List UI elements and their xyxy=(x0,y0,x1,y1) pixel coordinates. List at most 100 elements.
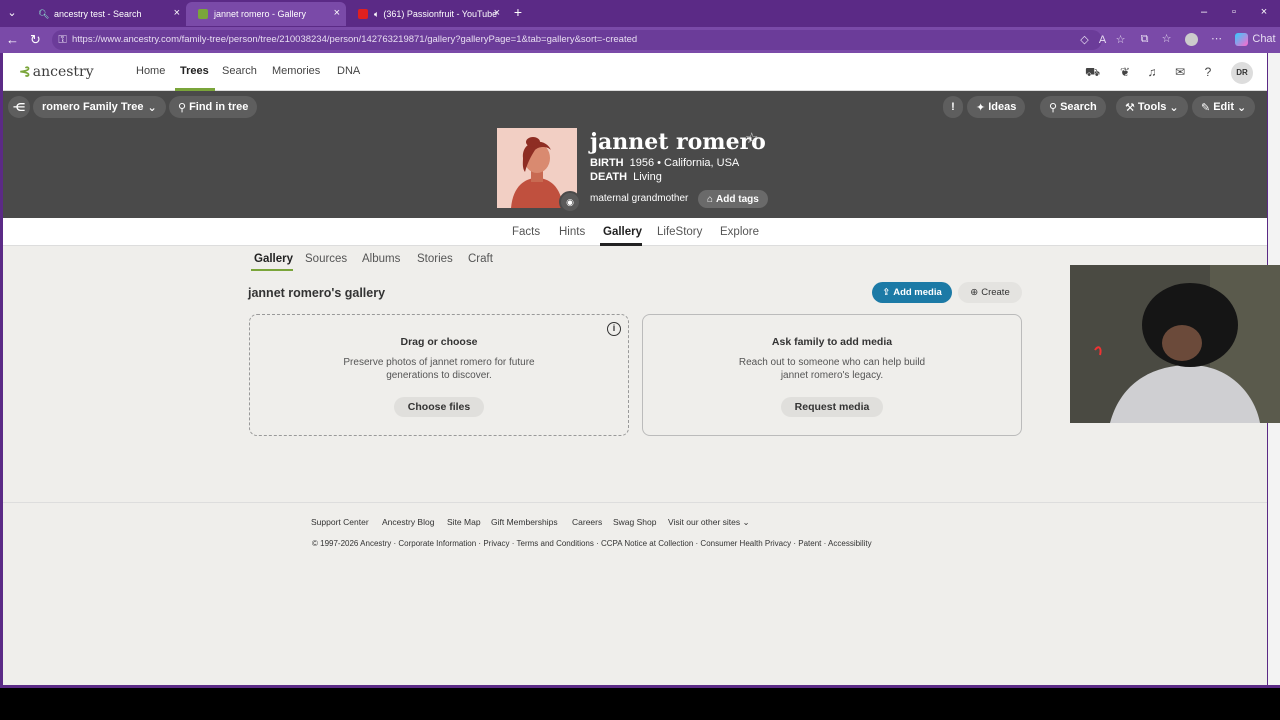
death-fact: DEATH Living xyxy=(590,171,662,183)
close-tab-icon[interactable]: × xyxy=(174,7,180,19)
copilot-icon[interactable]: ◇ xyxy=(1078,34,1091,47)
webcam-overlay xyxy=(1070,265,1280,423)
close-tab-icon[interactable]: × xyxy=(494,7,500,19)
youtube-icon xyxy=(358,9,368,19)
nav-dna[interactable]: DNA xyxy=(337,65,360,77)
tree-selector[interactable]: romero Family Tree ⌄ xyxy=(33,96,166,118)
nav-memories[interactable]: Memories xyxy=(272,65,320,77)
tab-list-icon[interactable]: ⌄ xyxy=(4,6,20,19)
star-icon[interactable]: ☆ xyxy=(745,129,758,147)
add-tags-button[interactable]: ⌂ Add tags xyxy=(698,190,768,208)
upload-dropzone[interactable]: i Drag or choose Preserve photos of jann… xyxy=(249,314,629,436)
extensions-icon[interactable]: ⧉ xyxy=(1138,33,1151,46)
create-button[interactable]: ⊕ Create xyxy=(958,282,1022,303)
close-window-icon[interactable]: × xyxy=(1256,6,1272,18)
add-media-button[interactable]: ⇪ Add media xyxy=(872,282,952,303)
chevron-down-icon: ⌄ xyxy=(147,101,157,114)
search-icon: 🔍︎ xyxy=(38,9,50,19)
ideas-button[interactable]: ✦ Ideas xyxy=(967,96,1026,118)
find-in-tree-label: Find in tree xyxy=(189,101,249,113)
more-icon[interactable]: ⋯ xyxy=(1210,33,1223,46)
ask-description: Reach out to someone who can help build … xyxy=(738,357,926,381)
choose-files-button[interactable]: Choose files xyxy=(393,397,485,417)
chat-label[interactable]: Chat xyxy=(1252,33,1276,46)
browser-tab-youtube[interactable]: 🔈︎ (361) Passionfruit - YouTube × xyxy=(346,2,506,26)
tree-name: romero Family Tree xyxy=(42,101,144,113)
person-name: jannet romero xyxy=(590,129,766,155)
tab-title: ancestry test - Search xyxy=(54,9,142,19)
wrench-icon: ⚒ xyxy=(1125,101,1135,114)
nav-trees[interactable]: Trees xyxy=(180,65,209,77)
edit-button[interactable]: ✎ Edit ⌄ xyxy=(1192,96,1256,118)
search-button[interactable]: ⚲ Search xyxy=(1040,96,1106,118)
ideas-label: Ideas xyxy=(988,101,1017,113)
pencil-icon: ✎ xyxy=(1201,101,1211,114)
tab-gallery[interactable]: Gallery xyxy=(603,226,642,238)
death-value: Living xyxy=(633,171,662,183)
sparkle-icon: ✦ xyxy=(976,101,986,114)
user-avatar[interactable]: DR xyxy=(1231,62,1253,84)
help-icon[interactable]: ? xyxy=(1201,65,1215,79)
site-info-icon[interactable]: ⚿ xyxy=(56,34,69,47)
plus-circle-icon: ⊕ xyxy=(970,287,979,298)
footer-link-sitemap[interactable]: Site Map xyxy=(447,517,481,527)
add-media-label: Add media xyxy=(893,287,942,298)
subtab-albums[interactable]: Albums xyxy=(362,253,400,265)
camera-icon[interactable]: ◉ xyxy=(559,191,581,213)
tab-facts[interactable]: Facts xyxy=(512,226,540,238)
search-label: Search xyxy=(1060,101,1097,113)
favorite-star-icon[interactable]: ☆ xyxy=(1114,34,1127,47)
birth-value: 1956 • California, USA xyxy=(629,157,740,169)
tab-hints[interactable]: Hints xyxy=(559,226,585,238)
subtab-craft[interactable]: Craft xyxy=(468,253,493,265)
subtab-stories[interactable]: Stories xyxy=(417,253,453,265)
request-media-button[interactable]: Request media xyxy=(780,397,884,417)
other-sites-label: Visit our other sites xyxy=(668,517,741,527)
person-tabs: Facts Hints Gallery LifeStory Explore xyxy=(3,218,1267,246)
copilot-chat-icon[interactable] xyxy=(1235,33,1248,46)
tools-button[interactable]: ⚒ Tools ⌄ xyxy=(1116,96,1188,118)
ancestry-logo[interactable]: ⊰ ancestry xyxy=(19,64,94,80)
tab-lifestory[interactable]: LifeStory xyxy=(657,226,702,238)
maximize-icon[interactable]: ▫ xyxy=(1226,6,1242,18)
tab-explore[interactable]: Explore xyxy=(720,226,759,238)
active-tab-underline xyxy=(600,243,642,246)
tab-title: (361) Passionfruit - YouTube xyxy=(383,9,498,19)
new-tab-icon[interactable]: + xyxy=(510,4,526,20)
subtab-sources[interactable]: Sources xyxy=(305,253,347,265)
nav-search[interactable]: Search xyxy=(222,65,257,77)
footer-link-gift[interactable]: Gift Memberships xyxy=(491,517,558,527)
footer-link-support[interactable]: Support Center xyxy=(311,517,369,527)
minimize-icon[interactable]: – xyxy=(1196,6,1212,18)
person-info-icon[interactable]: ! xyxy=(943,96,963,118)
browser-tab-gallery[interactable]: jannet romero - Gallery × xyxy=(186,2,346,26)
refresh-icon[interactable]: ↻ xyxy=(30,32,41,48)
tree-view-icon[interactable]: ⋲ xyxy=(8,96,30,118)
browser-tab-search[interactable]: 🔍︎ ancestry test - Search × xyxy=(26,2,186,26)
subtab-gallery[interactable]: Gallery xyxy=(254,253,293,265)
cart-icon[interactable]: ⛟ xyxy=(1085,65,1100,79)
back-icon[interactable]: ← xyxy=(6,32,19,47)
footer-link-swag[interactable]: Swag Shop xyxy=(613,517,656,527)
info-icon[interactable]: i xyxy=(607,322,621,336)
notifications-icon[interactable]: ♫ xyxy=(1145,65,1159,79)
nav-home[interactable]: Home xyxy=(136,65,165,77)
search-icon: ⚲ xyxy=(1049,101,1058,114)
messages-icon[interactable]: ✉ xyxy=(1173,65,1187,79)
favorites-icon[interactable]: ☆ xyxy=(1160,33,1173,46)
read-aloud-icon[interactable]: A xyxy=(1096,34,1109,47)
profile-icon[interactable] xyxy=(1185,33,1198,46)
chevron-down-icon: ⌄ xyxy=(1169,101,1179,114)
address-bar-row: ← ↻ ⚿ https://www.ancestry.com/family-tr… xyxy=(0,27,1280,53)
address-bar[interactable]: ⚿ https://www.ancestry.com/family-tree/p… xyxy=(52,30,1125,50)
add-tags-label: Add tags xyxy=(716,193,759,205)
footer-link-blog[interactable]: Ancestry Blog xyxy=(382,517,434,527)
find-in-tree-button[interactable]: ⚲ Find in tree xyxy=(169,96,258,118)
ask-family-card: Ask family to add media Reach out to som… xyxy=(642,314,1022,436)
footer-link-other-sites[interactable]: Visit our other sites ⌄ xyxy=(668,517,750,528)
footer-link-careers[interactable]: Careers xyxy=(572,517,602,527)
hints-leaf-icon[interactable]: ❦ xyxy=(1118,65,1132,79)
speaker-icon: 🔈︎ xyxy=(374,8,380,19)
close-tab-icon[interactable]: × xyxy=(334,7,340,19)
logo-text: ancestry xyxy=(32,64,94,80)
